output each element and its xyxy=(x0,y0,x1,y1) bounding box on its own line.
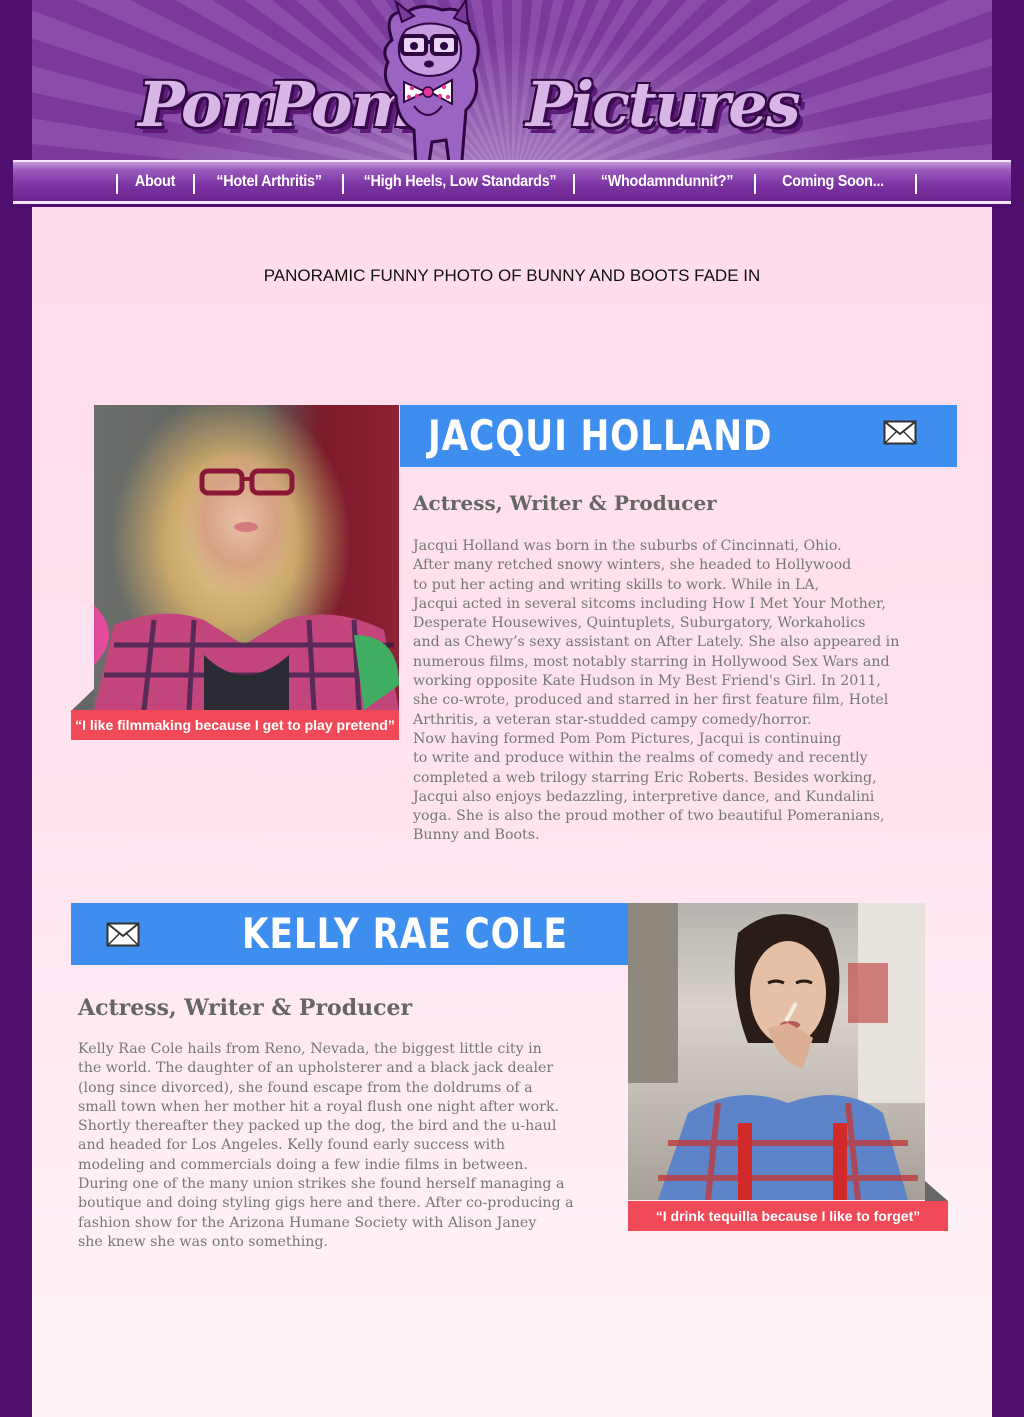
nav-separator xyxy=(193,174,195,194)
kelly-bio: Kelly Rae Cole hails from Reno, Nevada, … xyxy=(78,1041,574,1250)
jacqui-name-bar: JACQUI HOLLAND xyxy=(400,405,957,467)
main-nav: About “Hotel Arthritis” “High Heels, Low… xyxy=(13,160,1011,204)
jacqui-name: JACQUI HOLLAND xyxy=(428,411,773,460)
kelly-role: Actress, Writer & Producer xyxy=(78,995,413,1021)
quote-fold xyxy=(71,689,94,711)
envelope-icon[interactable] xyxy=(106,922,140,948)
nav-separator xyxy=(342,174,344,194)
kelly-rae-cole-photo xyxy=(628,903,925,1200)
nav-item-high-heels-low-standards[interactable]: “High Heels, Low Standards” xyxy=(358,170,561,194)
nav-item-about[interactable]: About xyxy=(128,170,182,194)
nav-separator xyxy=(754,174,756,194)
jacqui-bio: Jacqui Holland was born in the suburbs o… xyxy=(413,538,900,844)
quote-fold xyxy=(925,1181,948,1201)
kelly-name: KELLY RAE COLE xyxy=(242,909,568,958)
nav-separator xyxy=(116,174,118,194)
logo-word-pictures[interactable]: Pictures xyxy=(526,68,801,141)
nav-item-whodamndunnit[interactable]: “Whodamndunnit?” xyxy=(588,170,746,194)
nav-separator xyxy=(915,174,917,194)
jacqui-holland-photo xyxy=(94,405,399,710)
logo-word-pom-1[interactable]: Pom xyxy=(138,68,286,141)
kelly-name-bar: KELLY RAE COLE xyxy=(71,903,628,965)
jacqui-role: Actress, Writer & Producer xyxy=(413,491,717,515)
site-header: Pom Pom Pictures xyxy=(32,0,992,162)
pomeranian-mascot-icon[interactable] xyxy=(362,0,492,176)
nav-item-coming-soon[interactable]: Coming Soon... xyxy=(770,170,896,194)
jacqui-quote: “I like filmmaking because I get to play… xyxy=(71,710,399,740)
kelly-quote: “I drink tequilla because I like to forg… xyxy=(628,1201,948,1231)
banner-placeholder-text: PANORAMIC FUNNY PHOTO OF BUNNY AND BOOTS… xyxy=(263,266,761,285)
envelope-icon[interactable] xyxy=(883,420,917,446)
nav-item-hotel-arthritis[interactable]: “Hotel Arthritis” xyxy=(208,170,330,194)
nav-separator xyxy=(573,174,575,194)
